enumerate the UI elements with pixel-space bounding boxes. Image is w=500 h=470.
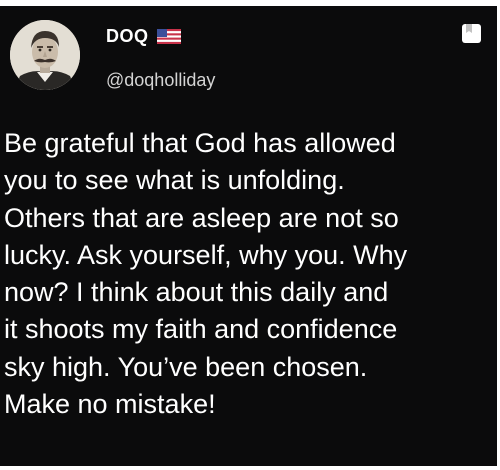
- post-body-line: you to see what is unfolding.: [4, 165, 345, 196]
- post-card: DOQ @doqholliday Be grateful that God ha…: [0, 6, 497, 466]
- author-handle[interactable]: @doqholliday: [106, 70, 215, 91]
- avatar[interactable]: [10, 20, 80, 90]
- post-body-line: sky high. You’ve been chosen.: [4, 351, 368, 382]
- post-body-line: Make no mistake!: [4, 389, 216, 420]
- author-display-name[interactable]: DOQ: [106, 26, 149, 47]
- post-body-line: lucky. Ask yourself, why you. Why: [4, 239, 408, 270]
- post-body: Be grateful that God has allowed you to …: [4, 125, 497, 423]
- author-name-row[interactable]: DOQ: [106, 26, 181, 47]
- post-body-line: Be grateful that God has allowed: [4, 128, 396, 158]
- us-flag-icon: [156, 29, 181, 44]
- post-body-line: it shoots my faith and confidence: [4, 314, 398, 345]
- post-body-line: now? I think about this daily and: [4, 277, 389, 308]
- post-body-line: Others that are asleep are not so: [4, 202, 399, 233]
- bookmark-icon[interactable]: [460, 22, 484, 46]
- avatar-icon: [10, 20, 80, 90]
